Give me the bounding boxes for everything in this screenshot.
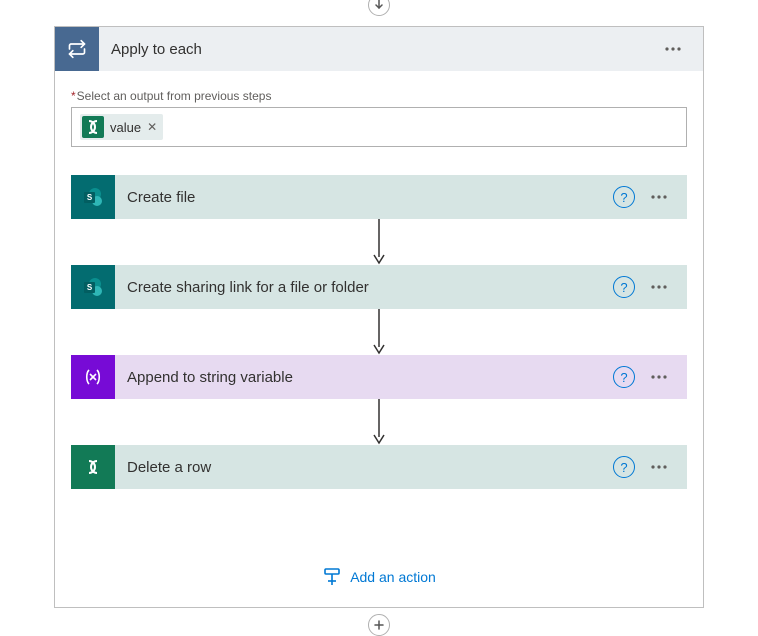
- step-menu-button[interactable]: [641, 269, 677, 305]
- dataverse-icon: [71, 445, 115, 489]
- sharepoint-icon: S: [71, 175, 115, 219]
- variable-icon: [71, 355, 115, 399]
- step-title: Delete a row: [115, 459, 613, 476]
- connector-arrow: [371, 219, 387, 265]
- help-button[interactable]: ?: [613, 186, 635, 208]
- add-step-bottom-button[interactable]: [368, 614, 390, 636]
- output-selector-label: *Select an output from previous steps: [71, 89, 687, 103]
- step-menu-button[interactable]: [641, 359, 677, 395]
- apply-to-each-icon: [55, 27, 99, 71]
- connector-arrow: [371, 399, 387, 445]
- card-menu-button[interactable]: [655, 31, 691, 67]
- dataverse-icon: [82, 116, 104, 138]
- add-step-top-button[interactable]: [368, 0, 390, 16]
- step-title: Create file: [115, 189, 613, 206]
- token-remove-button[interactable]: ✕: [147, 120, 157, 134]
- apply-to-each-card: Apply to each *Select an output from pre…: [54, 26, 704, 608]
- step-title: Create sharing link for a file or folder: [115, 279, 613, 296]
- steps-container: S Create file ? S Create sharing link fo…: [71, 175, 687, 489]
- step-menu-button[interactable]: [641, 179, 677, 215]
- step-create-sharing-link[interactable]: S Create sharing link for a file or fold…: [71, 265, 687, 309]
- add-action-button[interactable]: Add an action: [71, 557, 687, 593]
- card-title: Apply to each: [99, 41, 655, 58]
- token-label: value: [110, 120, 141, 135]
- help-button[interactable]: ?: [613, 366, 635, 388]
- add-action-label: Add an action: [350, 569, 436, 585]
- step-title: Append to string variable: [115, 369, 613, 386]
- step-create-file[interactable]: S Create file ?: [71, 175, 687, 219]
- dynamic-value-token[interactable]: value ✕: [80, 114, 163, 140]
- step-menu-button[interactable]: [641, 449, 677, 485]
- help-button[interactable]: ?: [613, 456, 635, 478]
- card-header[interactable]: Apply to each: [55, 27, 703, 71]
- step-append-variable[interactable]: Append to string variable ?: [71, 355, 687, 399]
- help-button[interactable]: ?: [613, 276, 635, 298]
- output-selector-input[interactable]: value ✕: [71, 107, 687, 147]
- connector-arrow: [371, 309, 387, 355]
- step-delete-row[interactable]: Delete a row ?: [71, 445, 687, 489]
- sharepoint-icon: S: [71, 265, 115, 309]
- card-body: *Select an output from previous steps va…: [55, 71, 703, 607]
